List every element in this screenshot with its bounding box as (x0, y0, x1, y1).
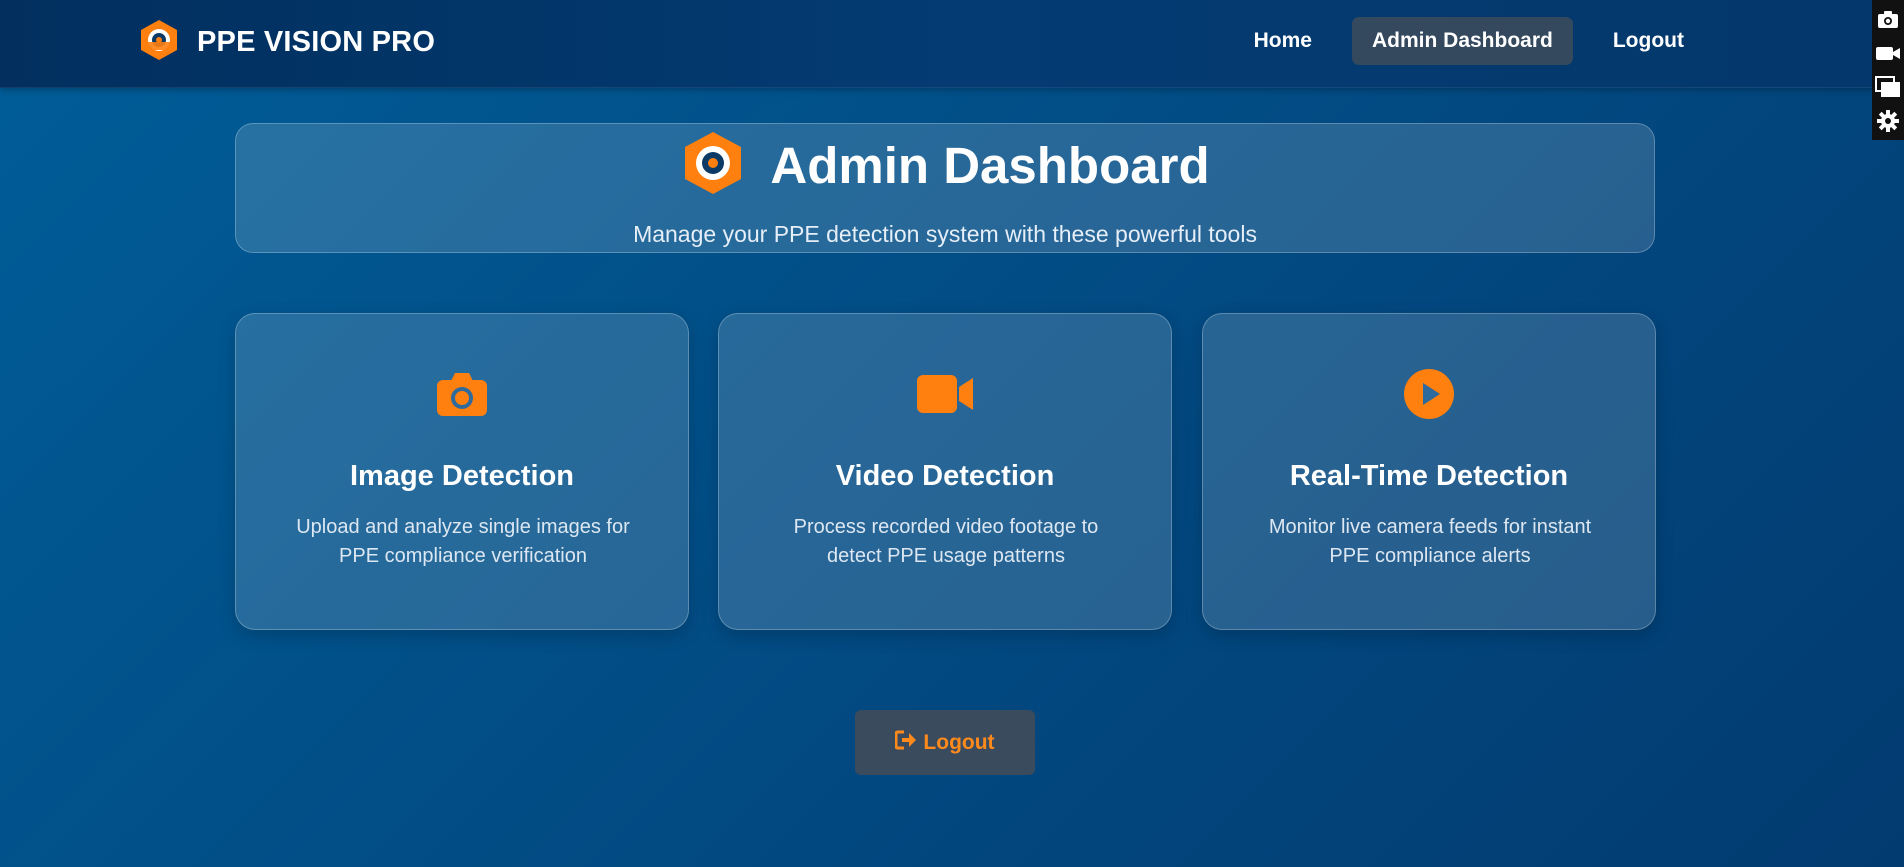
side-tool-strip (1872, 0, 1904, 140)
top-navbar: PPE VISION PRO Home Admin Dashboard Logo… (0, 0, 1904, 88)
video-camera-icon[interactable] (1874, 39, 1902, 67)
card-description: Monitor live camera feeds for instant PP… (1268, 516, 1592, 567)
nav-admin-dashboard-link[interactable]: Admin Dashboard (1352, 17, 1573, 65)
page-subtitle: Manage your PPE detection system with th… (633, 221, 1257, 247)
camera-icon[interactable] (1874, 5, 1902, 33)
sign-out-icon (894, 730, 917, 755)
card-description: Upload and analyze single images for PPE… (296, 516, 630, 567)
logout-button-label: Logout (923, 730, 995, 754)
play-circle-icon (1203, 364, 1655, 424)
page-title: Admin Dashboard (770, 136, 1210, 194)
nav-logout-link[interactable]: Logout (1593, 17, 1704, 65)
windows-icon[interactable] (1874, 73, 1902, 101)
card-title: Image Detection (350, 460, 574, 492)
gear-icon[interactable] (1874, 107, 1902, 135)
camera-icon (236, 364, 688, 424)
card-title: Video Detection (835, 460, 1055, 492)
nav-home-link[interactable]: Home (1234, 17, 1332, 65)
hexagon-eye-logo-icon (137, 18, 181, 67)
header-title-row: Admin Dashboard (236, 129, 1654, 201)
logout-button[interactable]: Logout (855, 710, 1035, 775)
hexagon-eye-logo-icon (680, 130, 746, 201)
card-title: Real-Time Detection (1289, 460, 1569, 492)
brand[interactable]: PPE VISION PRO (137, 18, 436, 67)
video-camera-icon (719, 364, 1171, 424)
nav-links: Home Admin Dashboard Logout (1234, 16, 1704, 66)
video-detection-card[interactable]: Video Detection Process recorded video f… (718, 313, 1172, 630)
card-description: Process recorded video footage to detect… (793, 516, 1099, 567)
real-time-detection-card[interactable]: Real-Time Detection Monitor live camera … (1202, 313, 1656, 630)
dashboard-header-card: Admin Dashboard Manage your PPE detectio… (235, 123, 1655, 253)
brand-title: PPE VISION PRO (197, 25, 436, 58)
image-detection-card[interactable]: Image Detection Upload and analyze singl… (235, 313, 689, 630)
